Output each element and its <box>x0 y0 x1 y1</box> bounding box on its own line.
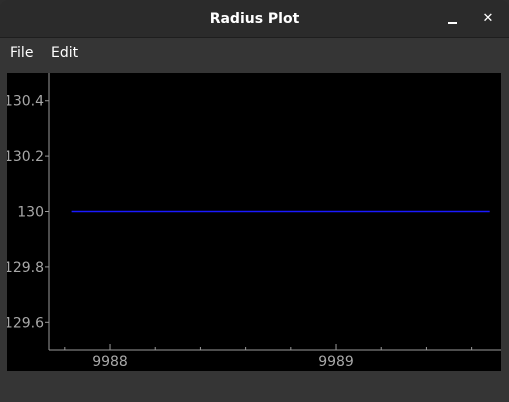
y-tick-label: 130 <box>17 205 44 221</box>
close-icon: ✕ <box>482 11 494 26</box>
x-tick-label: 9988 <box>92 354 128 370</box>
x-tick-label: 9989 <box>318 354 354 370</box>
status-bar <box>0 374 509 402</box>
radius-plot-chart: 129.6 129.8 130 130.2 130.4 9988 9989 <box>7 73 501 370</box>
y-tick-label: 130.4 <box>7 94 44 110</box>
menu-bar: File Edit <box>0 38 509 68</box>
close-button[interactable]: ✕ <box>477 8 499 30</box>
y-tick-label: 129.8 <box>7 260 44 276</box>
window-title: Radius Plot <box>209 11 300 27</box>
menu-edit[interactable]: Edit <box>49 38 80 68</box>
title-bar[interactable]: Radius Plot ✕ <box>0 0 509 38</box>
y-tick-label: 129.6 <box>7 315 44 331</box>
app-window: Radius Plot ✕ File Edit 129.6 129.8 130 130… <box>0 0 509 402</box>
plot-area: 129.6 129.8 130 130.2 130.4 9988 9989 <box>7 73 501 371</box>
minimize-button[interactable] <box>442 8 464 30</box>
menu-file[interactable]: File <box>8 38 35 68</box>
minimize-icon <box>448 22 457 24</box>
y-tick-label: 130.2 <box>7 149 44 165</box>
